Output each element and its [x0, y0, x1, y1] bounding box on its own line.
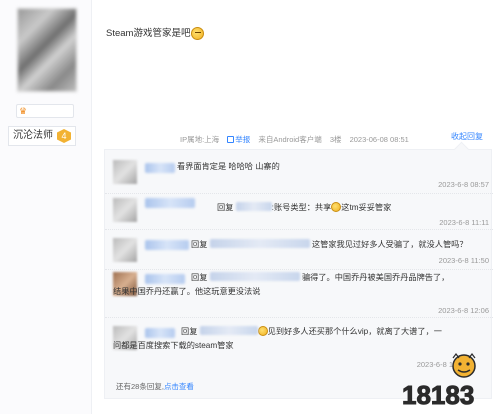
reply-text: 回复 见到好多人还买那个什么vip，就离了大谱了，一	[181, 326, 442, 336]
mention-username[interactable]	[199, 326, 258, 335]
post-text: Steam游戏管家是吧	[106, 28, 191, 39]
watermark-logo: 18183	[402, 353, 476, 408]
reply-text: 看界面肯定是 哈哈哈 山寨的	[177, 162, 280, 171]
user-avatar[interactable]	[17, 8, 77, 92]
reply-text: 回复 :账号类型：共享 这tm妥妥管家	[217, 202, 392, 212]
report-link[interactable]: 举报	[227, 135, 250, 144]
thinking-emoji-icon	[191, 27, 205, 40]
post-floor: 3楼	[329, 135, 342, 144]
reply-username[interactable]	[145, 328, 175, 338]
mention-username[interactable]	[209, 272, 300, 281]
crown-icon: ♛	[19, 106, 28, 116]
reply-avatar[interactable]	[113, 198, 137, 222]
more-replies: 还有28条回复,点击查看	[116, 382, 194, 391]
reply-time: 2023-6-8 12:06	[438, 306, 489, 315]
post-meta: IP属地:上海 举报 来自Android客户端 3楼 2023-06-08 08…	[180, 134, 415, 145]
watermark-text: 18183	[402, 380, 474, 408]
level-badge: 4	[57, 129, 71, 143]
reply-text: 回复 骗得了。中国乔丹被美国乔丹品牌告了，	[191, 272, 450, 282]
emoji-icon	[331, 202, 342, 212]
user-badge: ♛	[16, 104, 74, 118]
user-sidebar: ♛ 沉沦法师 4	[0, 0, 92, 414]
reply-time: 2023-6-8 08:57	[438, 180, 489, 189]
reply-text: 回复 这管家我见过好多人受骗了，就没人管吗？	[191, 239, 468, 249]
reply-item: 回复 骗得了。中国乔丹被美国乔丹品牌告了， 结果中国乔丹还赢了。他这玩意更没法说…	[105, 270, 493, 318]
reply-label: 回复	[217, 203, 234, 212]
reply-time: 2023-6-8 11:11	[439, 218, 489, 227]
report-icon	[227, 136, 235, 143]
level-title: 沉沦法师	[13, 130, 53, 141]
reply-username[interactable]	[145, 240, 189, 250]
reply-item: 看界面肯定是 哈哈哈 山寨的 2023-6-8 08:57	[105, 154, 493, 194]
view-more-link[interactable]: 点击查看	[164, 382, 194, 391]
reply-text-cont: 结果中国乔丹还赢了。他这玩意更没法说	[113, 287, 261, 296]
emoji-icon	[257, 326, 268, 336]
reply-item: 回复 这管家我见过好多人受骗了，就没人管吗？ 2023-6-8 11:50	[105, 230, 493, 270]
reply-username[interactable]	[145, 163, 175, 173]
reply-time: 2023-6-8 11:50	[438, 256, 489, 265]
post-source: 来自Android客户端	[258, 135, 322, 144]
collapse-replies-button[interactable]: 收起回复	[440, 130, 494, 144]
reply-username[interactable]	[145, 198, 195, 208]
reply-text-cont: 问都是百度搜索下载的steam管家	[113, 341, 234, 350]
mention-username[interactable]	[235, 202, 272, 211]
reply-avatar[interactable]	[113, 160, 137, 184]
post-content: Steam游戏管家是吧	[106, 25, 205, 40]
user-level-box[interactable]: 沉沦法师 4	[8, 126, 76, 146]
post-timestamp: 2023-06-08 08:51	[349, 135, 409, 144]
reply-username[interactable]	[145, 274, 185, 284]
reply-avatar[interactable]	[113, 238, 137, 262]
reply-item: 回复 :账号类型：共享 这tm妥妥管家 2023-6-8 11:11	[105, 194, 493, 230]
mention-username[interactable]	[209, 239, 310, 248]
ip-location: IP属地:上海	[180, 135, 220, 144]
